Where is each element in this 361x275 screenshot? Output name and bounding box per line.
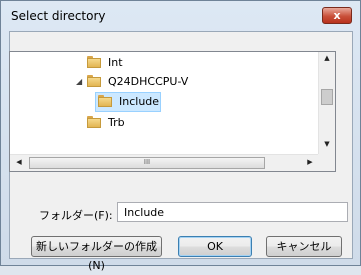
horizontal-scrollbar[interactable]: ◀ III ▶	[10, 154, 320, 171]
folder-icon	[87, 56, 101, 68]
tree-item-q24dhccpu-v[interactable]: Q24DHCCPU-V	[87, 73, 188, 91]
folder-field-label: フォルダー(F):	[39, 209, 113, 222]
folder-name-input[interactable]	[117, 202, 348, 222]
tree-item-label: Include	[119, 95, 160, 108]
folder-icon	[87, 116, 101, 128]
window-title: Select directory	[11, 9, 106, 23]
title-bar[interactable]: Select directory x	[1, 1, 360, 31]
tree-item-label: Int	[108, 56, 123, 69]
close-button[interactable]: x	[322, 7, 352, 24]
tree-item-label: Trb	[108, 116, 125, 129]
tree-item-trb[interactable]: Trb	[87, 114, 125, 132]
cancel-button[interactable]: キャンセル	[266, 236, 342, 257]
scroll-down-icon[interactable]: ▼	[319, 140, 335, 148]
vertical-scrollbar[interactable]: ▲ ▼	[318, 52, 335, 154]
vertical-scroll-thumb[interactable]	[321, 89, 333, 105]
scroll-up-icon[interactable]: ▲	[319, 54, 335, 62]
scroll-left-icon[interactable]: ◀	[11, 158, 27, 166]
new-folder-button[interactable]: 新しいフォルダーの作成(N)	[31, 236, 162, 272]
folder-icon	[87, 75, 101, 87]
tree-item-include[interactable]: Include	[98, 93, 159, 111]
horizontal-scroll-thumb[interactable]: III	[29, 157, 265, 169]
tree-item-label: Q24DHCCPU-V	[108, 75, 189, 88]
tree-item-int[interactable]: Int	[87, 54, 123, 72]
collapse-arrow-icon[interactable]: ◢	[76, 73, 82, 91]
ok-button[interactable]: OK	[178, 236, 252, 257]
folder-icon	[98, 95, 112, 107]
dialog-window: Select directory x Int ◢ Q24DHCCPU-V Inc…	[0, 0, 361, 272]
scroll-corner	[318, 154, 335, 171]
scroll-right-icon[interactable]: ▶	[302, 158, 318, 166]
folder-tree[interactable]: Int ◢ Q24DHCCPU-V Include Trb ▲ ▼ ◀ III …	[9, 51, 336, 172]
close-icon: x	[333, 9, 341, 22]
grip-icon: III	[143, 158, 151, 166]
